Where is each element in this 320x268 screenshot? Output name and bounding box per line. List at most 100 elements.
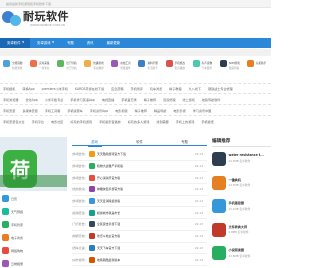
item-title: 模拟城市我是市长: [97, 210, 121, 215]
tag-link[interactable]: 精品导航: [154, 108, 166, 113]
tag-link[interactable]: 学习资讯中国: [193, 108, 212, 113]
category-link[interactable]: 有声读物 汽车服务: [190, 58, 217, 82]
tag-link[interactable]: 钢铁战士专业修理: [208, 86, 233, 91]
tag-link[interactable]: 手机浏览器: [3, 97, 18, 102]
category-link[interactable]: 智趣游戏 专业翻译: [81, 58, 108, 82]
tag-link[interactable]: 手机工具箱: [45, 108, 60, 113]
tag-link[interactable]: 小米平板专业: [45, 97, 64, 102]
tab-topics[interactable]: 专题: [162, 138, 207, 145]
list-item[interactable]: 网络购物: [0, 244, 67, 257]
tag-link[interactable]: 地铁导航软件: [202, 97, 221, 102]
list-item[interactable]: 天气预报: [0, 205, 67, 218]
app-icon: [2, 195, 9, 202]
tag-link[interactable]: 优化App: [25, 97, 37, 102]
tag-link[interactable]: KARDS手游在线下载: [75, 86, 104, 91]
nav-item-topics[interactable]: 专题: [60, 38, 80, 48]
tag-link[interactable]: 转换App: [22, 86, 34, 91]
tag-link[interactable]: 好玩的手机游戏: [70, 119, 92, 124]
recommended-item[interactable]: water resistance t... 24.3MB 安卓软件: [212, 149, 271, 173]
category-link[interactable]: 全能画图 新增游戏: [0, 58, 27, 82]
tag-link[interactable]: 手机安装包大全: [3, 119, 25, 124]
divider: [212, 146, 271, 147]
recommended-item[interactable]: 文件转换大师 9.8MB 安卓软件: [212, 220, 271, 244]
tag-link[interactable]: 双双修理: [163, 97, 175, 102]
tag-link[interactable]: premiere小米手机: [42, 86, 68, 91]
category-link[interactable]: 在线工具 智能插件: [108, 58, 135, 82]
list-item[interactable]: [飞行射击] 全民突击手游下载 22-13: [72, 219, 207, 231]
recommended-item[interactable]: 手机遥控器 15.1MB 安卓软件: [212, 196, 271, 220]
list-item[interactable]: [赛车竞速] 天天飞车官方下载 22-13: [72, 243, 207, 255]
tag-link[interactable]: 线上游戏: [182, 97, 194, 102]
tag-link[interactable]: 九八线下: [189, 86, 201, 91]
app-icon: [212, 152, 226, 166]
item-title: 天天爱消除最新版: [97, 199, 121, 204]
recommended-item[interactable]: 一键换机 24.3MB 安卓软件: [212, 173, 271, 197]
category-link[interactable]: 玩机助手: [244, 58, 271, 82]
list-item[interactable]: [模拟经营] 模拟城市我是市长 22-13: [72, 207, 207, 220]
category-tag: [飞行射击]: [72, 222, 86, 227]
category-link[interactable]: 资料手册 生活助手: [135, 58, 162, 82]
list-item[interactable]: [休闲益智] 植物大战僵尸手机版 22-13: [72, 161, 207, 173]
tag-link[interactable]: 手机版影音播放: [99, 119, 121, 124]
nav-item-android-apps[interactable]: 安卓软件 ▼: [0, 38, 30, 48]
tag-link[interactable]: 电影影视: [173, 108, 185, 113]
list-item[interactable]: 日历: [0, 192, 67, 205]
item-title: water resistance t...: [228, 153, 264, 157]
item-title: 开心消消乐官方版: [97, 175, 121, 180]
category-link[interactable]: 实时采集 一款专业: [27, 58, 54, 82]
list-item[interactable]: 云端相册: [0, 257, 67, 268]
category-tag: [休闲益智]: [72, 199, 86, 204]
app-icon: [111, 60, 119, 67]
tab-games[interactable]: 游戏: [72, 138, 117, 145]
category-link[interactable]: 3DM游戏 视频剪辑: [217, 58, 244, 82]
tag-row: 手机安装包大全 手机平台 电影社区 好玩的手机游戏 手机版影音播放 好玩的多人游戏 找到需要…: [0, 117, 271, 125]
list-item[interactable]: 手机管家: [0, 218, 67, 231]
tag-link[interactable]: 手机上的游戏: [176, 119, 195, 124]
tag-link[interactable]: 手机版赛车: [67, 108, 82, 113]
list-item[interactable]: [角色扮演] 神雕侠侣手游官方版 22-13: [72, 184, 207, 196]
category-link[interactable]: 出门导航 出门导航: [54, 58, 81, 82]
tag-link[interactable]: 精子推荐: [144, 97, 156, 102]
item-title: 神雕侠侣手游官方版: [97, 187, 124, 192]
tag-link[interactable]: 手机安装: [3, 108, 15, 113]
category-link[interactable]: 手机修改 影音播放: [163, 58, 190, 82]
tag-link[interactable]: 电视直播: [102, 97, 114, 102]
tag-link[interactable]: 手机平台: [32, 119, 44, 124]
item-meta: 9.8MB 安卓软件: [228, 230, 249, 235]
tag-link[interactable]: 手机壁纸: [201, 119, 213, 124]
tag-link[interactable]: 手机相机: [3, 86, 15, 91]
tag-link[interactable]: 电影视频: [115, 108, 127, 113]
list-item[interactable]: [休闲益智] 天天爱消除最新版 22-13: [72, 196, 207, 208]
tag-link[interactable]: 玩车浏览: [150, 86, 162, 91]
tag-link[interactable]: 手机备忘录: [121, 97, 136, 102]
item-date: 22-13: [194, 175, 203, 180]
app-icon: [246, 60, 254, 67]
promo-banner[interactable]: 荷: [0, 137, 67, 191]
tag-link[interactable]: 手机资讯App: [90, 108, 108, 113]
tag-link[interactable]: 应急药箱: [111, 86, 123, 91]
tag-link[interactable]: 好玩的多人游戏: [128, 119, 150, 124]
tag-link[interactable]: 电影社区: [51, 119, 63, 124]
list-item[interactable]: [休闲益智] 天天酷跑游戏官方下载 22-13: [72, 149, 207, 161]
list-item[interactable]: [动作冒险] 地铁跑酷最新版本 22-13: [72, 254, 207, 266]
list-item[interactable]: [休闲益智] 开心消消乐官方版 22-13: [72, 172, 207, 185]
tag-link[interactable]: 手机学习英语App: [70, 97, 95, 102]
app-icon: [3, 60, 10, 67]
category-label: 出门导航: [66, 61, 77, 65]
tab-software[interactable]: 软件: [117, 138, 162, 145]
tag-link[interactable]: 手机测评: [130, 86, 142, 91]
list-item[interactable]: [棋牌天地] 欢乐斗地主官方版 22-13: [72, 231, 207, 243]
tag-link[interactable]: 多媒体安装: [22, 108, 37, 113]
app-icon: [212, 222, 226, 237]
list-item[interactable]: 电子商务: [0, 231, 67, 244]
tag-link[interactable]: 找到需要: [156, 119, 168, 124]
recommended-item[interactable]: 小说阅读器 32.6MB 安卓软件: [212, 243, 271, 267]
nav-item-latest[interactable]: 最新更新: [100, 38, 127, 48]
tag-row: 手机安装 多媒体安装 手机工具箱 手机版赛车 手机资讯App 电影视频 精子推荐 精品导航 电影…: [0, 106, 271, 114]
site-logo[interactable]: 耐玩软件 WWW.NWMOE.COM.CN: [2, 10, 69, 27]
tag-link[interactable]: 精子教程: [169, 86, 181, 91]
tag-link[interactable]: 精子推荐: [135, 108, 147, 113]
nav-item-news[interactable]: 资讯: [80, 38, 100, 48]
nav-item-android-games[interactable]: 安卓游戏 ▼: [30, 38, 60, 48]
category-tag: [动作冒险]: [72, 257, 86, 262]
